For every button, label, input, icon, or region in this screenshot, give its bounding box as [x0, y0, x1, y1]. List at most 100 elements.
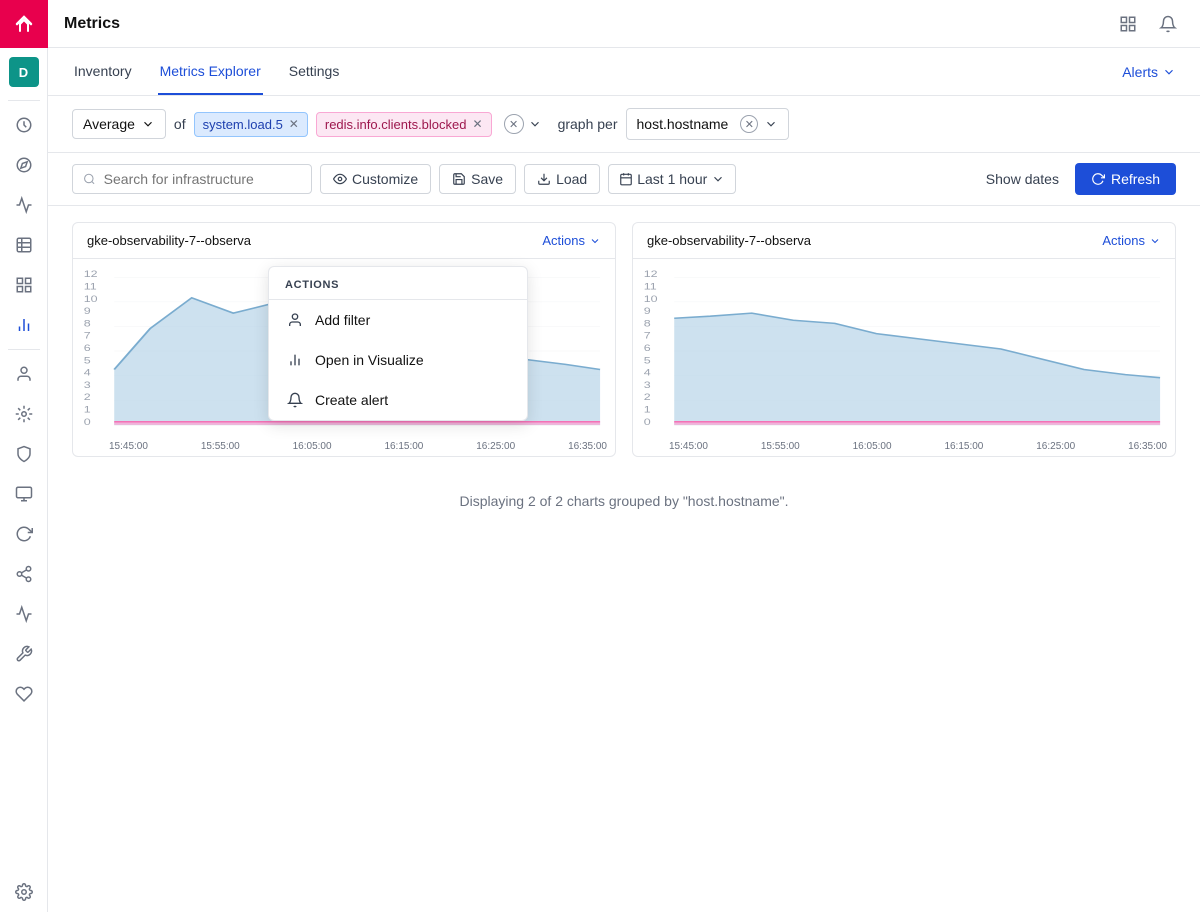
save-icon — [452, 172, 466, 186]
bell-icon — [285, 390, 305, 410]
calendar-icon — [619, 172, 633, 186]
tab-metrics-explorer[interactable]: Metrics Explorer — [158, 48, 263, 95]
search-icon — [83, 172, 96, 186]
svg-text:7: 7 — [84, 331, 91, 341]
search-toolbar: Customize Save Load Last 1 hour Show dat… — [48, 153, 1200, 206]
svg-text:12: 12 — [84, 270, 98, 280]
sidebar-icon-metrics[interactable] — [0, 305, 48, 345]
svg-text:0: 0 — [644, 417, 651, 427]
sidebar-icon-activity[interactable] — [0, 594, 48, 634]
svg-text:1: 1 — [84, 405, 91, 415]
svg-text:9: 9 — [84, 307, 91, 317]
alerts-button[interactable]: Alerts — [1122, 64, 1176, 80]
chevron-down-icon-2 — [1149, 235, 1161, 247]
svg-text:11: 11 — [84, 282, 97, 292]
chart-x-labels-2: 15:45:00 15:55:00 16:05:00 16:15:00 16:2… — [633, 439, 1175, 456]
chevron-down-icon-1 — [589, 235, 601, 247]
metric-remove-redis[interactable]: ✕ — [473, 117, 483, 131]
sidebar-icon-apm[interactable] — [0, 185, 48, 225]
tab-settings[interactable]: Settings — [287, 48, 342, 95]
of-label: of — [174, 116, 186, 132]
download-icon — [537, 172, 551, 186]
chart-svg-2: 12 11 10 9 8 7 6 5 4 3 2 1 0 — [641, 267, 1167, 431]
actions-button-2[interactable]: Actions — [1102, 233, 1161, 248]
svg-text:8: 8 — [644, 319, 651, 329]
footer-text: Displaying 2 of 2 charts grouped by "hos… — [459, 493, 788, 509]
sidebar-icon-refresh[interactable] — [0, 514, 48, 554]
svg-text:2: 2 — [84, 393, 91, 403]
save-button[interactable]: Save — [439, 164, 516, 194]
dropdown-item-open-visualize[interactable]: Open in Visualize — [269, 340, 527, 380]
actions-button-1[interactable]: Actions — [542, 233, 601, 248]
metrics-expand-btn[interactable] — [528, 117, 542, 131]
sidebar-icon-tools[interactable] — [0, 634, 48, 674]
sidebar-icon-network[interactable] — [0, 554, 48, 594]
chart-x-labels-1: 15:45:00 15:55:00 16:05:00 16:15:00 16:2… — [73, 439, 615, 456]
sidebar-icon-integrations[interactable] — [0, 394, 48, 434]
graph-per-label: graph per — [558, 116, 618, 132]
svg-text:2: 2 — [644, 393, 651, 403]
svg-text:6: 6 — [644, 343, 651, 353]
chart-body-2: 12 11 10 9 8 7 6 5 4 3 2 1 0 — [633, 259, 1175, 439]
sidebar-icon-health[interactable] — [0, 674, 48, 714]
refresh-icon — [1091, 172, 1105, 186]
metrics-dropdown[interactable]: ✕ — [504, 114, 542, 134]
sidebar-divider-2 — [8, 349, 40, 350]
svg-text:7: 7 — [644, 331, 651, 341]
aggregate-select[interactable]: Average — [72, 109, 166, 139]
tabs: Inventory Metrics Explorer Settings — [72, 48, 341, 95]
svg-text:3: 3 — [84, 380, 91, 390]
charts-area: gke-observability-7--observa Actions 12 … — [48, 206, 1200, 473]
svg-text:1: 1 — [644, 405, 651, 415]
chevron-down-icon — [711, 172, 725, 186]
chart-title-1: gke-observability-7--observa — [87, 233, 251, 248]
load-button[interactable]: Load — [524, 164, 600, 194]
metric-tag-redis[interactable]: redis.info.clients.blocked ✕ — [316, 112, 492, 137]
metric-tag-system-load[interactable]: system.load.5 ✕ — [194, 112, 308, 137]
dropdown-item-create-alert[interactable]: Create alert — [269, 380, 527, 420]
main-content: Metrics Inventory Metrics Explorer Setti… — [48, 0, 1200, 912]
svg-text:5: 5 — [84, 356, 91, 366]
refresh-button[interactable]: Refresh — [1075, 163, 1176, 195]
chart-header-2: gke-observability-7--observa Actions — [633, 223, 1175, 259]
chart-header-1: gke-observability-7--observa Actions — [73, 223, 615, 259]
settings-icon-btn[interactable] — [1112, 8, 1144, 40]
sidebar-icon-settings[interactable] — [0, 872, 48, 912]
svg-text:11: 11 — [644, 282, 657, 292]
svg-text:8: 8 — [84, 319, 91, 329]
topbar-actions — [1112, 8, 1184, 40]
svg-text:10: 10 — [84, 294, 98, 304]
dropdown-item-add-filter[interactable]: Add filter — [269, 300, 527, 340]
host-select[interactable]: host.hostname ✕ — [626, 108, 790, 140]
search-input-wrapper — [72, 164, 312, 194]
bell-icon-btn[interactable] — [1152, 8, 1184, 40]
sidebar-icon-people[interactable] — [0, 354, 48, 394]
svg-text:4: 4 — [644, 368, 651, 378]
time-range-selector[interactable]: Last 1 hour — [608, 164, 736, 194]
sidebar-icon-monitor[interactable] — [0, 474, 48, 514]
filter-bar: Average of system.load.5 ✕ redis.info.cl… — [48, 96, 1200, 153]
svg-text:3: 3 — [644, 380, 651, 390]
sidebar-icon-dashboards[interactable] — [0, 265, 48, 305]
charts-container: gke-observability-7--observa Actions 12 … — [48, 206, 1200, 473]
app-logo — [0, 0, 48, 48]
svg-text:6: 6 — [84, 343, 91, 353]
search-input[interactable] — [104, 171, 301, 187]
bar-chart-icon — [285, 350, 305, 370]
person-icon — [285, 310, 305, 330]
sidebar-icon-shield[interactable] — [0, 434, 48, 474]
sidebar: D — [0, 0, 48, 912]
customize-button[interactable]: Customize — [320, 164, 431, 194]
sidebar-icon-logs[interactable] — [0, 225, 48, 265]
clear-metrics-btn[interactable]: ✕ — [504, 114, 524, 134]
svg-text:12: 12 — [644, 270, 658, 280]
sidebar-icon-clock[interactable] — [0, 105, 48, 145]
topbar: Metrics — [48, 0, 1200, 48]
host-clear-btn[interactable]: ✕ — [740, 115, 758, 133]
user-avatar[interactable]: D — [9, 57, 39, 87]
metric-remove-system-load[interactable]: ✕ — [289, 117, 299, 131]
tab-inventory[interactable]: Inventory — [72, 48, 134, 95]
sidebar-icon-compass[interactable] — [0, 145, 48, 185]
svg-text:5: 5 — [644, 356, 651, 366]
show-dates-button[interactable]: Show dates — [978, 165, 1067, 193]
